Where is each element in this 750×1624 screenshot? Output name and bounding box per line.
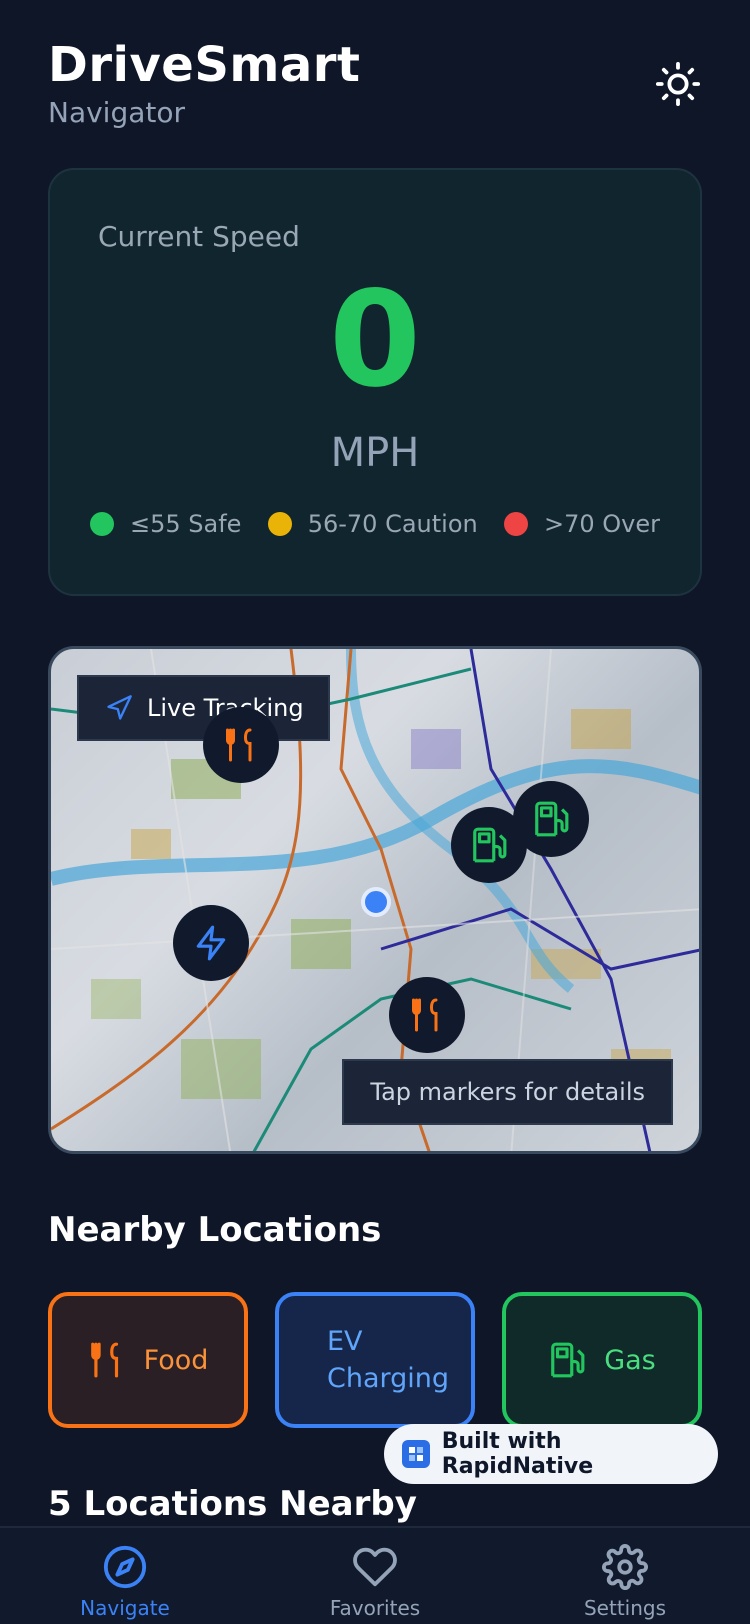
bottom-tab-bar: Navigate Favorites Settings — [0, 1526, 750, 1624]
filter-gas-button[interactable]: Gas — [502, 1292, 702, 1428]
legend-caution: 56-70 Caution — [267, 510, 478, 538]
ev-marker[interactable] — [173, 905, 249, 981]
map-hint: Tap markers for details — [342, 1059, 673, 1125]
rapidnative-logo-icon — [402, 1440, 430, 1468]
utensils-icon — [90, 1342, 118, 1378]
food-marker[interactable] — [389, 977, 465, 1053]
app-title: DriveSmart — [48, 37, 361, 93]
filter-food-button[interactable]: Food — [48, 1292, 248, 1428]
filter-ev-button[interactable]: EV Charging — [275, 1292, 475, 1428]
safe-dot-icon — [90, 512, 114, 536]
tab-favorites-label: Favorites — [329, 1596, 421, 1620]
navigation-arrow-icon — [107, 695, 132, 720]
caution-dot-icon — [267, 512, 292, 536]
map-view[interactable]: Live Tracking Tap markers for details — [48, 646, 702, 1154]
nearby-title: Nearby Locations — [48, 1210, 382, 1250]
speed-label: Current Speed — [98, 220, 300, 253]
legend-over: >70 Over — [503, 510, 660, 538]
live-tracking-pill: Live Tracking — [77, 675, 330, 741]
compass-icon — [103, 1545, 147, 1589]
utensils-icon — [412, 998, 438, 1032]
header: DriveSmart Navigator — [48, 36, 702, 129]
tab-navigate-label: Navigate — [80, 1596, 170, 1620]
fuel-pump-icon — [473, 827, 507, 863]
filter-ev-label-line2: Charging — [327, 1363, 450, 1394]
utensils-icon — [226, 728, 252, 762]
filter-gas-label: Gas — [604, 1344, 656, 1376]
gear-icon — [602, 1544, 648, 1590]
food-marker[interactable] — [203, 707, 279, 783]
speed-card: Current Speed 0 MPH ≤55 Safe 56-70 Cauti… — [48, 168, 702, 596]
built-with-label: Built with RapidNative — [441, 1429, 594, 1479]
tab-favorites[interactable]: Favorites — [275, 1528, 475, 1624]
heart-icon — [353, 1547, 397, 1587]
theme-toggle-button[interactable] — [654, 60, 702, 108]
legend-caution-label: 56-70 Caution — [307, 510, 478, 538]
legend-over-label: >70 Over — [543, 510, 660, 538]
built-with-badge[interactable]: Built with RapidNative — [384, 1424, 718, 1484]
app-subtitle: Navigator — [48, 96, 186, 129]
lightning-icon — [196, 925, 226, 961]
tab-settings-label: Settings — [583, 1596, 667, 1620]
fuel-pump-icon — [535, 801, 569, 837]
sun-icon — [655, 61, 701, 107]
speed-legend: ≤55 Safe 56-70 Caution >70 Over — [90, 510, 660, 538]
results-title: 5 Locations Nearby — [48, 1484, 417, 1524]
gas-marker[interactable] — [513, 781, 589, 857]
speed-value: 0 — [329, 263, 421, 417]
fuel-pump-icon — [551, 1342, 585, 1378]
legend-safe-label: ≤55 Safe — [130, 510, 242, 538]
filter-food-label: Food — [143, 1344, 209, 1376]
category-filters: Food EV Charging Gas — [48, 1292, 702, 1428]
filter-ev-label-line1: EV — [327, 1326, 363, 1357]
tab-navigate[interactable]: Navigate — [25, 1528, 225, 1624]
speed-unit: MPH — [330, 430, 420, 476]
over-dot-icon — [503, 512, 528, 536]
tab-settings[interactable]: Settings — [525, 1528, 725, 1624]
legend-safe: ≤55 Safe — [90, 510, 241, 538]
user-location-dot — [361, 887, 391, 917]
